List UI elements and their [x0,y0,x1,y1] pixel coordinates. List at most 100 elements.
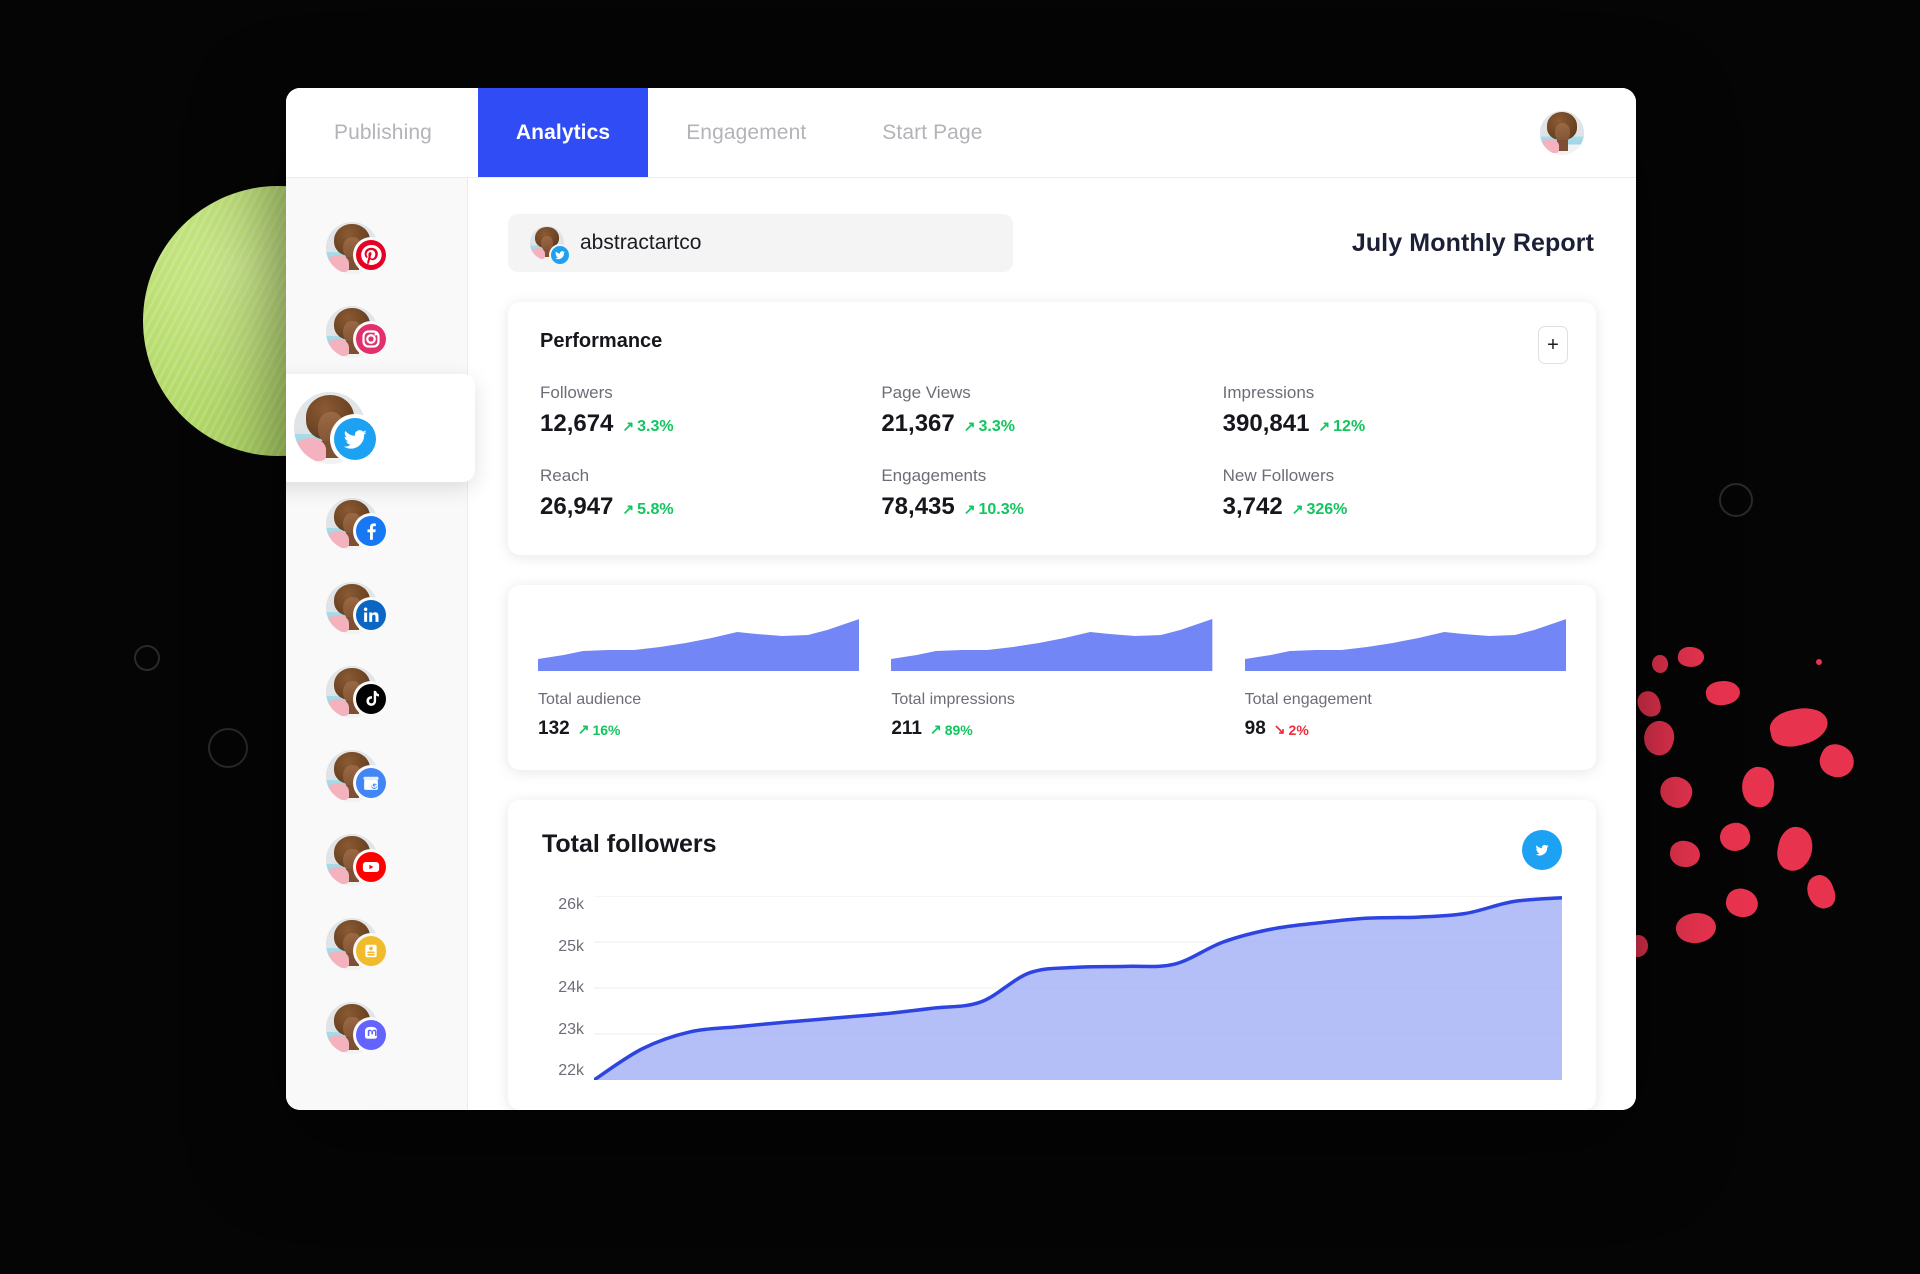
decor-ring-right [1719,483,1753,517]
metric-value: 12,674 [540,410,613,438]
tab-analytics[interactable]: Analytics [478,88,648,177]
metric-reach: Reach26,947↗5.8% [540,466,881,521]
metric-value: 3,742 [1223,493,1283,521]
decor-confetti-blob [1652,655,1668,673]
metric-delta: ↗12% [1318,418,1365,436]
decor-confetti-blob [1767,703,1831,750]
metric-row: 21,367 ↗3.3% [881,410,1222,438]
header-avatar-button[interactable] [1540,88,1636,177]
metric-delta: ↗10.3% [964,501,1024,519]
trend-up-icon: ↗ [964,501,976,518]
decor-confetti-blob [1723,885,1761,921]
tab-start-page-label: Start Page [882,121,982,145]
y-tick-label: 26k [558,896,584,914]
metric-row: 26,947↗5.8% [540,493,881,521]
tab-publishing-label: Publishing [334,121,432,145]
metric-delta-value: 10.3% [978,501,1023,519]
metric-row: 12,674 ↗3.3% [540,410,881,438]
sidebar-account-mastodon[interactable] [286,986,467,1070]
decor-confetti-blob [1676,645,1705,669]
decor-confetti-blob [1803,872,1839,913]
sparkline-label: Total engagement [1245,691,1566,709]
sparkline-delta-value: 2% [1289,722,1309,738]
twitter-icon [551,246,569,264]
start-page-icon [356,936,386,966]
linkedin-icon-glyph [356,600,386,630]
chart-canvas [594,896,1562,1080]
trend-up-icon: ↗ [622,418,634,435]
analytics-main: abstractartco July Monthly Report Perfor… [468,178,1636,1110]
followers-area-chart [594,896,1562,1080]
metric-label: Followers [540,383,881,403]
sidebar-account-google-business[interactable] [286,734,467,818]
topbar-spacer [1021,88,1540,177]
metric-delta-value: 12% [1333,418,1365,436]
metric-row: 390,841 ↗12% [1223,410,1564,438]
metric-new-followers: New Followers 3,742 ↗326% [1223,466,1564,521]
sparkline-total-audience: Total audience 132↗16% [538,613,859,740]
metric-delta: ↗326% [1292,501,1348,519]
trend-up-icon: ↗ [1292,501,1304,518]
decor-confetti-blob [1816,659,1822,665]
metric-row: 3,742 ↗326% [1223,493,1564,521]
decor-confetti-blob [1655,772,1696,812]
y-tick-label: 23k [558,1021,584,1039]
trend-up-icon: ↗ [578,721,590,738]
sidebar-account-pinterest[interactable] [286,206,467,290]
sparkline-row: 132↗16% [538,718,859,740]
sparkline-area [891,613,1212,671]
sidebar-account-twitter[interactable] [286,374,475,482]
sparkline-value: 98 [1245,718,1266,740]
y-tick-label: 22k [558,1062,584,1080]
sparkline-row: 98↘2% [1245,718,1566,740]
sparkline-label: Total impressions [891,691,1212,709]
sidebar-account-start-page[interactable] [286,902,467,986]
performance-card: Performance + Followers12,674↗3.3%Page V… [508,302,1596,555]
decor-confetti-blob [1674,910,1719,946]
decor-ring-small [134,645,160,671]
trend-up-icon: ↗ [1318,418,1330,435]
total-followers-card: Total followers 26k25k24k23k22k [508,800,1596,1110]
sparkline-label: Total audience [538,691,859,709]
y-tick-label: 24k [558,979,584,997]
decor-confetti-blob [1739,765,1776,809]
twitter-icon-glyph [334,418,376,460]
chart-area-fill [594,898,1562,1080]
tab-start-page[interactable]: Start Page [844,88,1020,177]
sidebar-account-instagram[interactable] [286,290,467,374]
metric-label: New Followers [1223,466,1564,486]
mastodon-icon-glyph [356,1020,386,1050]
sidebar-account-youtube[interactable] [286,818,467,902]
tab-engagement[interactable]: Engagement [648,88,844,177]
youtube-icon [356,852,386,882]
pinterest-icon-glyph [356,240,386,270]
y-tick-label: 25k [558,938,584,956]
google-business-icon-glyph [356,768,386,798]
tab-publishing[interactable]: Publishing [286,88,478,177]
account-selector[interactable]: abstractartco [508,214,1013,272]
trend-up-icon: ↗ [964,418,976,435]
twitter-icon-glyph [1530,838,1554,862]
sidebar-account-facebook[interactable] [286,482,467,566]
chart-y-axis: 26k 25k 24k 23k 22k [542,896,594,1080]
decor-confetti-cluster [1620,645,1880,915]
sidebar-account-linkedin[interactable] [286,566,467,650]
add-metric-button[interactable]: + [1538,326,1568,364]
metric-value: 390,841 [1223,410,1310,438]
metric-delta-value: 3.3% [978,418,1014,436]
metric-delta-value: 3.3% [637,418,673,436]
decor-confetti-blob [1815,740,1859,782]
metric-delta: ↗5.8% [622,501,673,519]
performance-title: Performance [540,330,1564,353]
sparkline-delta: ↗16% [578,721,621,738]
metric-grid: Followers12,674↗3.3%Page Views21,367↗3.3… [540,383,1564,521]
sidebar-account-tiktok[interactable] [286,650,467,734]
app-body: abstractartco July Monthly Report Perfor… [286,178,1636,1110]
metric-impressions: Impressions390,841↗12% [1223,383,1564,438]
twitter-icon [334,418,376,460]
sparkline-delta: ↗89% [930,721,973,738]
youtube-icon-glyph [356,852,386,882]
sparkline-delta-value: 89% [945,722,973,738]
metric-value: 21,367 [881,410,954,438]
trend-up-icon: ↗ [622,501,634,518]
